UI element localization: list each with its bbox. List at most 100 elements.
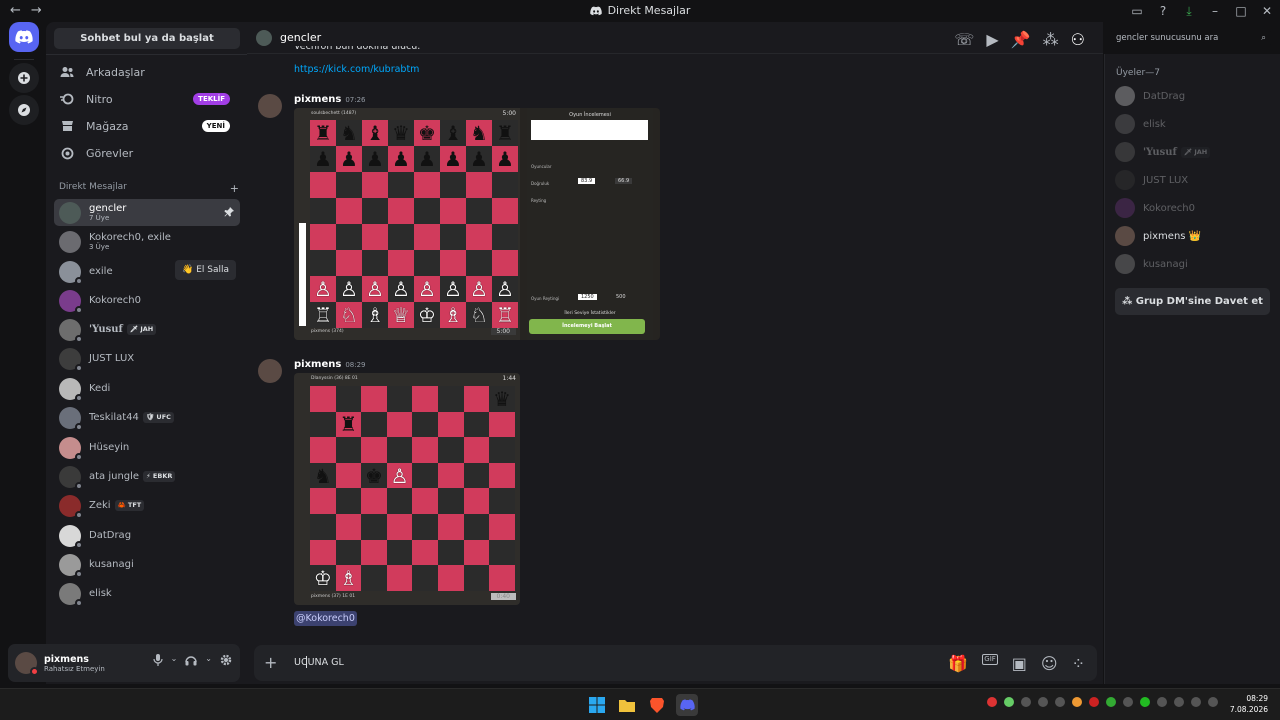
dm-item-kokorech0[interactable]: Kokorech0 [54,287,240,314]
microphone-icon[interactable] [152,654,163,666]
dm-item-kusanagi[interactable]: kusanagi [54,551,240,578]
file-explorer-icon[interactable] [616,694,638,716]
board-square [361,539,387,566]
add-friends-icon[interactable]: ⁂ [1043,30,1059,49]
dm-item-exile[interactable]: exile 👋 El Salla [54,258,240,285]
invite-to-group-button[interactable]: ⁂ Grup DM'sine Davet et [1115,288,1270,315]
chevron-down-icon[interactable]: ⌄ [171,654,178,666]
tray-app-icon[interactable] [1089,697,1099,707]
nav-quests-label: Görevler [86,146,134,160]
gif-icon[interactable]: GIF [982,654,998,665]
microphone-icon[interactable] [1157,697,1167,707]
user-mention[interactable]: @Kokorech0 [294,611,357,626]
avatar [59,582,83,607]
system-clock[interactable]: 08:29 7.08.2026 [1230,693,1268,715]
tray-app-icon[interactable] [1038,697,1048,707]
board-square [412,462,438,489]
download-icon[interactable]: ⤓ [1176,4,1202,19]
member-item[interactable]: 'Yusuf 🗡 JAH [1115,140,1275,164]
board-square [310,513,336,540]
board-square [440,224,466,250]
board-square [388,172,414,198]
author-name[interactable]: pixmens 08:29 [294,359,366,370]
headphones-icon[interactable] [185,654,197,666]
author-name[interactable]: pixmens 07:26 [294,94,366,105]
discord-taskbar-icon[interactable] [676,694,698,716]
message-link[interactable]: https://kick.com/kubrabtm [294,64,419,75]
nav-shop[interactable]: Mağaza YENİ [54,114,240,138]
window-title: Direkt Mesajlar [0,4,1280,17]
board-square [336,172,362,198]
member-item[interactable]: JUST LUX [1115,168,1275,192]
upload-plus-icon[interactable]: + [264,653,277,672]
chess-screenshot-2[interactable]: Dlanyssin (36) 8E 01 1:44 ♛ ♜ ♞ ♚ ♙ ♔ ♗ pixmen… [294,373,520,605]
volume-icon[interactable] [1191,697,1201,707]
battery-icon[interactable] [1208,697,1218,707]
chess-piece: ♟ [418,147,436,171]
member-item[interactable]: Kokorech0 [1115,196,1275,220]
sticker-icon[interactable]: ▣ [1012,654,1027,673]
inbox-icon[interactable]: ▭ [1124,4,1150,18]
tray-app-icon[interactable] [1072,697,1082,707]
nav-quests[interactable]: Görevler [54,141,240,165]
tray-app-icon[interactable] [1004,697,1014,707]
author-avatar[interactable] [258,359,282,383]
dm-item-kokorech0-exile[interactable]: Kokorech0, exile 3 Üye [54,228,240,255]
discover-button[interactable] [9,95,39,125]
member-item[interactable]: pixmens 👑 [1115,224,1275,248]
board-square: ♙ [362,276,388,302]
dm-item-teskilat44[interactable]: Teskilat44 🛡 UFC [54,404,240,431]
author-avatar[interactable] [258,94,282,118]
dm-item-datdrag[interactable]: DatDrag [54,522,240,549]
home-dm-button[interactable] [9,22,39,52]
chevron-down-icon[interactable]: ⌄ [205,654,212,666]
chess-screenshot-1[interactable]: soulsbechett (1487) 5:00 ♜ ♞ ♝ ♛ ♚ ♝ ♞ ♜ ♟ ♟ ♟ ♟ ♟ ♟ ♟… [294,108,660,340]
message-composer[interactable]: + UCUNA GL 🎁 GIF ▣ ☺ ⁘ [254,645,1097,681]
add-server-button[interactable] [9,63,39,93]
dm-item-just-lux[interactable]: JUST LUX [54,345,240,372]
help-icon[interactable]: ? [1150,4,1176,18]
dm-item-elisk[interactable]: elisk [54,580,240,607]
nav-nitro[interactable]: Nitro TEKLİF [54,87,240,111]
tray-app-icon[interactable] [1106,697,1116,707]
minimize-button[interactable]: – [1202,4,1228,18]
dm-item-huseyin[interactable]: Hüseyin [54,434,240,461]
dm-item-gencler[interactable]: gencler 7 Üye [54,199,240,226]
member-list-icon[interactable]: ⚇ [1071,30,1085,49]
wave-button[interactable]: 👋 El Salla [175,260,236,280]
find-conversation-button[interactable]: Sohbet bul ya da başlat [54,28,240,49]
voice-call-icon[interactable]: ☏ [954,30,974,49]
pin-icon[interactable] [224,207,234,217]
server-search-input[interactable]: gencler sunucusunu ara ⌕ [1111,29,1271,47]
pinned-messages-icon[interactable]: 📌 [1011,30,1031,49]
user-avatar[interactable] [15,652,39,676]
brave-browser-icon[interactable] [646,694,668,716]
chess-piece: ♜ [496,121,514,145]
tray-app-icon[interactable] [1021,697,1031,707]
member-item[interactable]: DatDrag [1115,84,1275,108]
network-icon[interactable] [1174,697,1184,707]
dm-item-ata-jungle[interactable]: ata jungle ⚡ EBKR [54,463,240,490]
apps-icon[interactable]: ⁘ [1072,654,1085,673]
video-call-icon[interactable]: ▶ [986,30,998,49]
maximize-button[interactable]: □ [1228,4,1254,18]
nav-friends[interactable]: Arkadaşlar [54,60,240,84]
tray-app-icon[interactable] [1123,697,1133,707]
gift-icon[interactable]: 🎁 [948,654,968,673]
board-square: ♞ [336,120,362,146]
chess-piece: ♟ [496,147,514,171]
dm-item-kedi[interactable]: Kedi [54,375,240,402]
message-input[interactable]: UCUNA GL [294,657,344,668]
tray-app-icon[interactable] [1055,697,1065,707]
dm-item-zeki[interactable]: Zeki 🦀 TFT [54,492,240,519]
create-dm-button[interactable]: + [230,182,239,195]
emoji-icon[interactable]: ☺ [1041,654,1058,673]
start-button[interactable] [586,694,608,716]
tray-app-icon[interactable] [1140,697,1150,707]
member-item[interactable]: elisk [1115,112,1275,136]
member-item[interactable]: kusanagi [1115,252,1275,276]
tray-app-icon[interactable] [987,697,997,707]
dm-item-yusuf[interactable]: 'Yusuf 🗡 JAH [54,316,240,343]
close-window-button[interactable]: ✕ [1254,4,1280,18]
gear-icon[interactable] [220,654,232,666]
